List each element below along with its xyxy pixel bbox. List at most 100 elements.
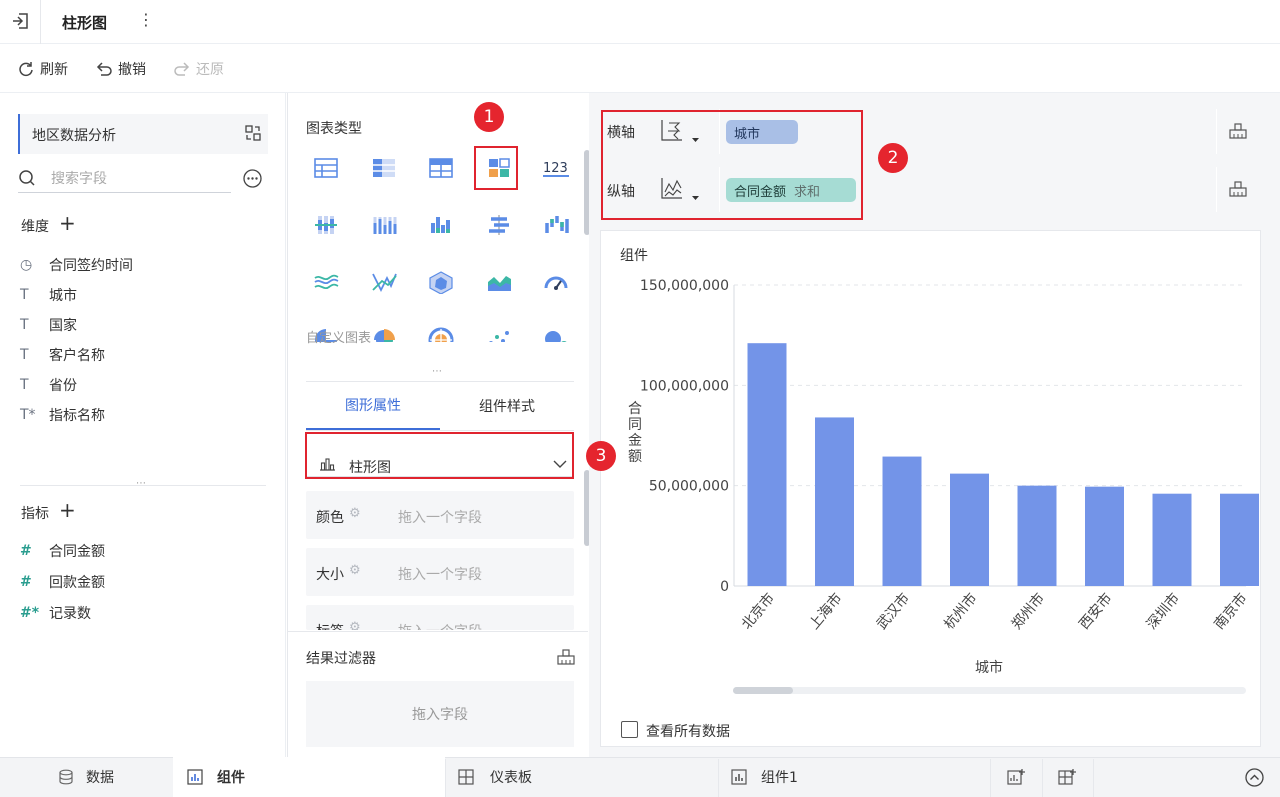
dimension-field[interactable]: ◷ 合同签约时间	[20, 255, 133, 275]
add-dashboard-icon[interactable]	[1058, 768, 1077, 787]
detail-table-icon[interactable]	[427, 156, 455, 180]
bar[interactable]	[1152, 493, 1192, 586]
metric-field[interactable]: # 合同金额	[20, 541, 105, 561]
dimension-field-label: 合同签约时间	[49, 258, 133, 274]
line-icon[interactable]	[312, 270, 340, 294]
y-tick-label: 150,000,000	[640, 278, 729, 294]
tab-component[interactable]: 组件	[173, 757, 445, 797]
exit-icon[interactable]	[11, 11, 31, 31]
property-label: 颜色	[316, 510, 344, 526]
column-icon[interactable]	[427, 213, 455, 237]
axis-filter-icon[interactable]	[1228, 180, 1248, 198]
undo-button[interactable]: 撤销	[95, 58, 146, 80]
add-component-icon[interactable]	[1007, 768, 1026, 787]
bar[interactable]	[950, 473, 989, 586]
dimension-field-label: 客户名称	[49, 348, 105, 364]
badge-2: 2	[878, 143, 908, 173]
redo-button[interactable]: 还原	[173, 58, 224, 80]
dashboard-icon	[458, 769, 474, 785]
dimension-field[interactable]: T 城市	[20, 285, 77, 305]
collapse-up-icon[interactable]	[1245, 768, 1264, 787]
x-tick-label: 西安市	[1076, 590, 1116, 633]
more-vertical-icon[interactable]: ⋮	[138, 10, 154, 29]
bar[interactable]	[882, 456, 922, 586]
radar-icon[interactable]	[427, 270, 455, 294]
dimension-field-label: 省份	[49, 378, 77, 394]
sunburst-icon[interactable]	[427, 327, 455, 342]
stacked-bar-icon[interactable]	[370, 213, 398, 237]
tab-component-style[interactable]: 组件样式	[440, 382, 574, 430]
property-drop-zone[interactable]: 大小 ⚙ 拖入一个字段	[306, 548, 574, 596]
badge-1: 1	[474, 102, 504, 132]
x-tick-label: 郑州市	[1008, 590, 1048, 633]
area-icon[interactable]	[485, 270, 513, 294]
chart-scroll-track[interactable]	[733, 687, 1246, 694]
bar[interactable]	[1085, 486, 1124, 586]
property-placeholder: 拖入一个字段	[398, 510, 482, 526]
highlight-box-1	[474, 146, 518, 190]
bubble-icon[interactable]	[542, 327, 570, 342]
x-tick-label: 武汉市	[873, 590, 913, 633]
text-calc-icon: T*	[20, 407, 36, 423]
settings-icon[interactable]: ⚙	[349, 506, 361, 521]
gauge-icon[interactable]	[542, 270, 570, 294]
bar-chart-icon	[187, 769, 203, 785]
settings-icon[interactable]: ⚙	[349, 563, 361, 578]
tab-data[interactable]: 数据	[0, 757, 173, 797]
dimension-field-label: 国家	[49, 318, 77, 334]
y-tick-label: 0	[720, 579, 729, 595]
redo-label: 还原	[196, 62, 224, 78]
property-drop-zone[interactable]: 标签 ⚙ 拖入一个字段	[306, 605, 574, 630]
bar[interactable]	[1017, 485, 1057, 586]
drag-handle-icon[interactable]: ⋯	[136, 478, 147, 489]
bar-horizontal-icon[interactable]	[485, 213, 513, 237]
database-icon	[59, 769, 73, 785]
metric-field[interactable]: #* 记录数	[20, 603, 91, 623]
show-all-checkbox[interactable]	[621, 721, 638, 738]
more-options-icon[interactable]	[243, 169, 262, 188]
chart-scroll-thumb[interactable]	[733, 687, 793, 694]
search-field[interactable]: 搜索字段	[18, 165, 231, 193]
x-tick-label: 南京市	[1211, 590, 1251, 633]
tab-data-label: 数据	[86, 770, 114, 786]
metric-field[interactable]: # 回款金额	[20, 572, 105, 592]
dataset-selector[interactable]: 地区数据分析	[18, 114, 268, 154]
tab-graph-properties[interactable]: 图形属性	[306, 382, 440, 430]
filter-drop-zone[interactable]: 拖入字段	[306, 681, 574, 747]
bar[interactable]	[747, 343, 787, 586]
refresh-label: 刷新	[40, 62, 68, 78]
x-tick-label: 杭州市	[941, 590, 981, 633]
add-dimension-icon[interactable]: +	[59, 213, 76, 233]
dimension-field[interactable]: T* 指标名称	[20, 405, 105, 425]
text-icon: T	[20, 377, 29, 393]
waterfall-icon[interactable]	[542, 213, 570, 237]
axis-filter-icon[interactable]	[1228, 122, 1248, 140]
crosstab-icon[interactable]	[370, 156, 398, 180]
bar[interactable]	[815, 417, 854, 586]
scatter-icon[interactable]	[485, 327, 513, 342]
grouped-bar-icon[interactable]	[312, 213, 340, 237]
refresh-button[interactable]: 刷新	[17, 58, 68, 80]
property-drop-zone[interactable]: 颜色 ⚙ 拖入一个字段	[306, 491, 574, 539]
radar-line-icon[interactable]	[370, 270, 398, 294]
bar[interactable]	[1220, 493, 1259, 586]
dimension-field[interactable]: T 客户名称	[20, 345, 105, 365]
tab-dashboard[interactable]: 仪表板	[445, 757, 718, 797]
clock-icon: ◷	[20, 257, 33, 273]
badge-3: 3	[586, 441, 616, 471]
dimension-field[interactable]: T 省份	[20, 375, 77, 395]
dimension-field[interactable]: T 国家	[20, 315, 77, 335]
tab-component-1[interactable]: 组件1	[718, 757, 990, 797]
add-metric-icon[interactable]: +	[59, 500, 76, 520]
rose-pie-icon[interactable]	[370, 327, 398, 342]
property-placeholder: 拖入一个字段	[398, 621, 482, 630]
y-axis-title: 合同金额	[628, 401, 642, 465]
panel-drag-handle-icon[interactable]: ⋯	[432, 366, 442, 377]
kpi-number-icon[interactable]: 123	[542, 156, 570, 180]
settings-icon[interactable]: ⚙	[349, 620, 361, 630]
switch-dataset-icon[interactable]	[244, 124, 262, 142]
clear-filter-icon[interactable]	[556, 648, 576, 666]
refresh-icon	[19, 62, 33, 77]
table-icon[interactable]	[312, 156, 340, 180]
search-input[interactable]: 搜索字段	[51, 168, 107, 188]
